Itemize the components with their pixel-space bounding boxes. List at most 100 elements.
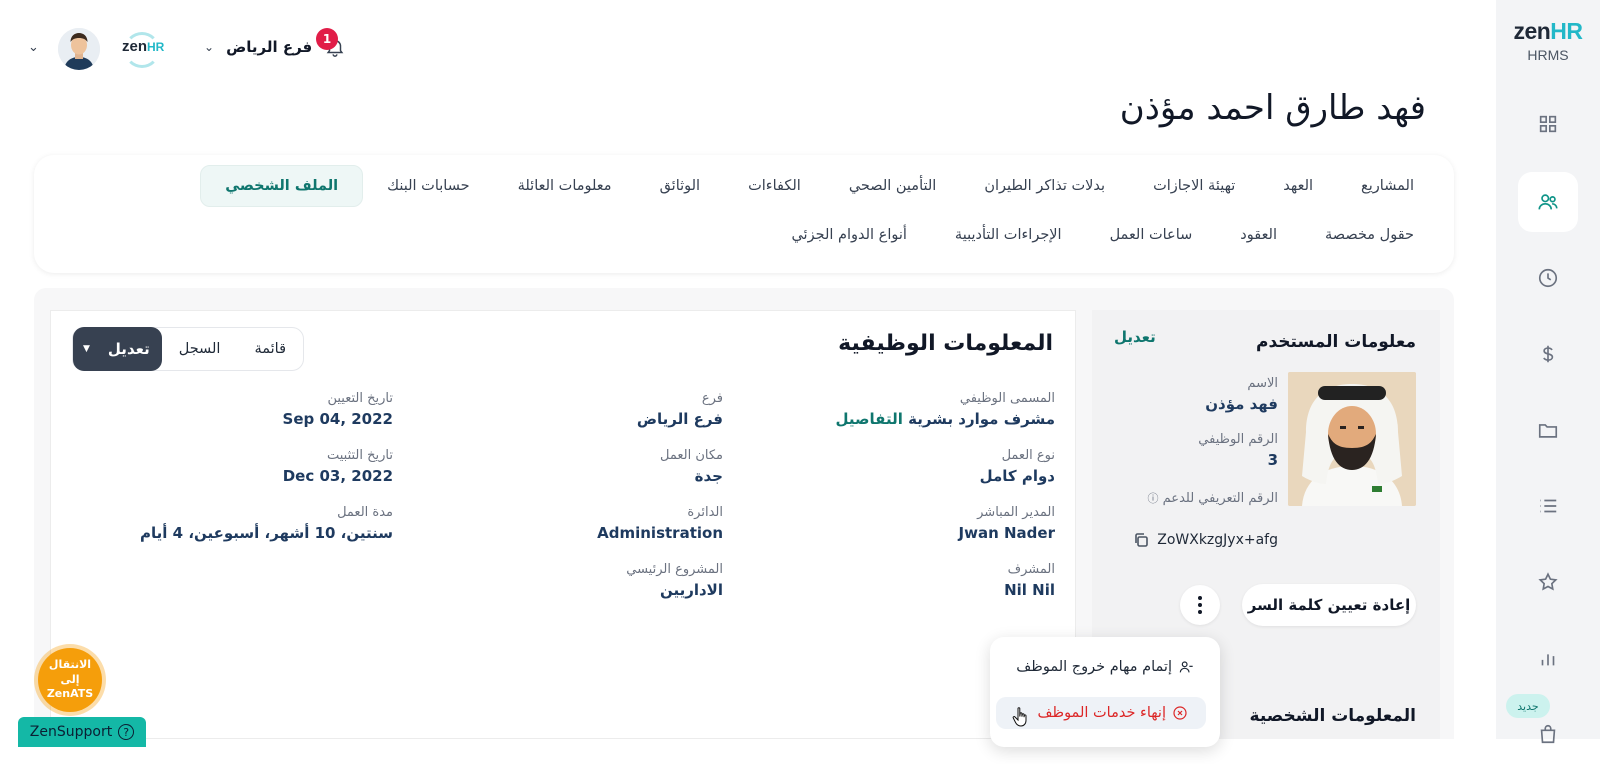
- tab-contracts[interactable]: العقود: [1216, 214, 1301, 256]
- user-avatar[interactable]: [58, 28, 100, 70]
- grid-icon: [1539, 115, 1557, 133]
- work-type-label: نوع العمل: [1001, 448, 1055, 463]
- chevron-down-icon: ⌄: [204, 40, 215, 54]
- avatar-image: [58, 28, 100, 70]
- nav-requests[interactable]: [1518, 476, 1578, 536]
- zenats-shortcut-button[interactable]: الانتقال إلى ZenATS: [38, 648, 102, 712]
- employee-photo-image: [1288, 372, 1416, 506]
- history-button[interactable]: السجل: [162, 327, 238, 371]
- hire-date-value: Sep 04, 2022: [282, 410, 393, 428]
- clock-icon: [1538, 268, 1558, 288]
- tab-working-hours[interactable]: ساعات العمل: [1086, 214, 1217, 256]
- more-actions-button[interactable]: [1180, 585, 1220, 625]
- confirm-date-label: تاريخ التثبيت: [326, 448, 393, 463]
- work-type-field: نوع العمل دوام كامل: [980, 448, 1055, 485]
- company-logo[interactable]: zenHR: [122, 38, 164, 55]
- job-title-field: المسمى الوظيفي مشرف موارد بشرية التفاصيل: [836, 391, 1055, 428]
- job-info-title: المعلومات الوظيفية: [838, 331, 1053, 356]
- tab-documents[interactable]: الوثائق: [636, 165, 725, 207]
- nav-attendance[interactable]: [1518, 248, 1578, 308]
- users-icon: [1538, 194, 1558, 210]
- tab-personal-profile[interactable]: الملف الشخصي: [200, 165, 364, 207]
- tab-custom-fields[interactable]: حقول مخصصة: [1301, 214, 1438, 256]
- branch-select-value: فرع الرياض: [226, 38, 313, 56]
- branch-value: فرع الرياض: [636, 410, 723, 428]
- job-title-label: المسمى الوظيفي: [959, 391, 1055, 406]
- work-place-label: مكان العمل: [660, 448, 723, 463]
- edit-dropdown-button[interactable]: ▼ تعديل: [73, 327, 162, 371]
- user-info-edit-link[interactable]: تعديل: [1114, 328, 1156, 346]
- supervisor-label: المشرف: [1007, 562, 1055, 577]
- department-label: الدائرة: [687, 505, 723, 520]
- confirm-date-field: تاريخ التثبيت Dec 03, 2022: [283, 448, 393, 485]
- tab-bank-accounts[interactable]: حسابات البنك: [363, 165, 493, 207]
- nav-performance[interactable]: [1518, 552, 1578, 612]
- main-project-value: الاداريين: [659, 581, 723, 599]
- work-place-value: جدة: [694, 467, 723, 485]
- zenats-line1: الانتقال إلى: [48, 657, 92, 686]
- user-info-title: معلومات المستخدم: [1255, 332, 1416, 352]
- zensupport-button[interactable]: ZenSupport ?: [18, 717, 146, 747]
- confirm-date-value: Dec 03, 2022: [282, 467, 393, 485]
- supervisor-value: Nil Nil: [1004, 581, 1055, 599]
- personal-info-title: المعلومات الشخصية: [1249, 706, 1416, 726]
- nav-shop[interactable]: [1518, 704, 1578, 764]
- nav-employees[interactable]: [1518, 172, 1578, 232]
- sidebar: zenHR HRMS جديد: [1496, 0, 1600, 744]
- copy-icon[interactable]: [1133, 532, 1149, 548]
- x-circle-icon: [1173, 706, 1187, 720]
- list-button[interactable]: قائمة: [237, 327, 303, 371]
- caret-down-icon: ▼: [83, 344, 90, 354]
- tab-health-insurance[interactable]: التأمين الصحي: [825, 165, 961, 207]
- employee-photo: [1288, 372, 1416, 506]
- nav-dashboard[interactable]: [1518, 94, 1578, 154]
- job-title-details-link[interactable]: التفاصيل: [836, 410, 903, 428]
- complete-exit-tasks-item[interactable]: إتمام مهام خروج الموظف: [996, 651, 1206, 683]
- support-code-value: ZoWXkzgJyx+afg: [1157, 532, 1278, 548]
- employee-id-field: الرقم الوظيفي 3: [1198, 432, 1278, 469]
- user-minus-icon: [1179, 661, 1193, 673]
- manager-label: المدير المباشر: [977, 505, 1055, 520]
- manager-field: المدير المباشر Jwan Nader: [959, 505, 1055, 542]
- company-logo-accent: HR: [147, 40, 165, 54]
- tab-part-time-types[interactable]: أنواع الدوام الجزئي: [767, 214, 930, 256]
- app-logo[interactable]: zenHR HRMS: [1496, 18, 1600, 63]
- job-info-card: المعلومات الوظيفية ▼ تعديل السجل قائمة ا…: [50, 310, 1076, 739]
- terminate-employee-label: إنهاء خدمات الموظف: [1037, 705, 1166, 721]
- nav-payroll[interactable]: [1518, 324, 1578, 384]
- nav-reports[interactable]: [1518, 628, 1578, 688]
- work-type-value: دوام كامل: [979, 467, 1055, 485]
- job-info-button-group: ▼ تعديل السجل قائمة: [72, 327, 304, 371]
- tabs-row-2: أنواع الدوام الجزئي الإجراءات التأديبية …: [767, 214, 1438, 256]
- branch-label: فرع: [701, 391, 723, 406]
- nav-documents[interactable]: [1518, 400, 1578, 460]
- tab-family-info[interactable]: معلومات العائلة: [494, 165, 636, 207]
- employee-id-label: الرقم الوظيفي: [1198, 432, 1278, 447]
- tab-custody[interactable]: العهد: [1259, 165, 1337, 207]
- list-icon: [1540, 499, 1557, 513]
- reset-password-button[interactable]: إعادة تعيين كلمة السر: [1242, 584, 1416, 626]
- folder-icon: [1538, 424, 1558, 438]
- user-menu-chevron-icon[interactable]: ⌄: [28, 40, 39, 55]
- tab-competencies[interactable]: الكفاءات: [724, 165, 825, 207]
- employee-id-value: 3: [1267, 451, 1278, 469]
- zensupport-label: ZenSupport: [29, 724, 113, 740]
- department-value: Administration: [597, 524, 723, 542]
- work-place-field: مكان العمل جدة: [660, 448, 723, 485]
- profile-tabs: الملف الشخصي حسابات البنك معلومات العائل…: [34, 155, 1454, 273]
- employee-name-value: فهد مؤذن: [1205, 395, 1278, 413]
- help-icon: ?: [118, 724, 135, 740]
- info-icon[interactable]: ⓘ: [1148, 492, 1159, 505]
- hand-cursor-icon: [1012, 707, 1027, 727]
- tab-leave-setup[interactable]: تهيئة الاجازات: [1129, 165, 1259, 207]
- tab-disciplinary-actions[interactable]: الإجراءات التأديبية: [931, 214, 1086, 256]
- tab-projects[interactable]: المشاريع: [1337, 165, 1438, 207]
- branch-select[interactable]: ⌄ فرع الرياض: [204, 38, 312, 56]
- more-vertical-icon: [1198, 595, 1202, 616]
- dollar-icon: [1543, 345, 1554, 363]
- employee-name-label: الاسم: [1247, 376, 1278, 391]
- tab-flight-allowances[interactable]: بدلات تذاكر الطيران: [960, 165, 1129, 207]
- employee-name-field: الاسم فهد مؤذن: [1205, 376, 1278, 413]
- support-id-field: الرقم التعريفي للدعم ⓘ: [1148, 490, 1278, 506]
- hire-date-field: تاريخ التعيين Sep 04, 2022: [283, 391, 393, 428]
